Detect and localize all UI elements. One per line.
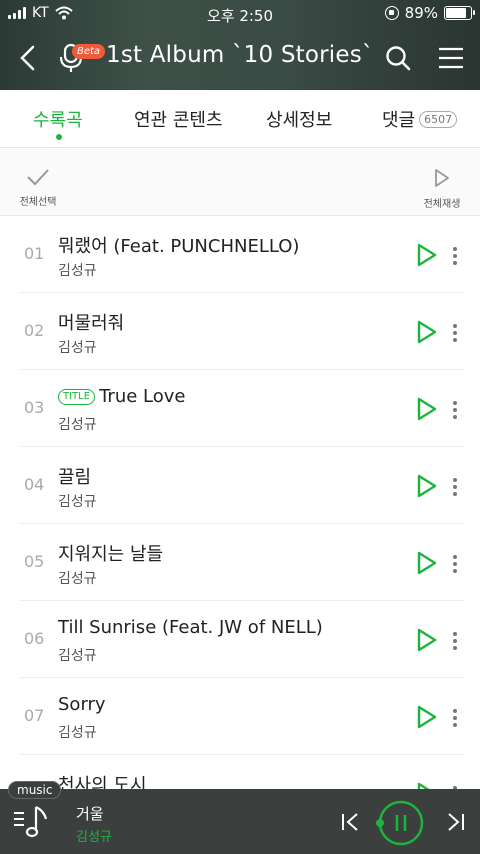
playlist-icon[interactable] [14,803,50,839]
track-artist: 김성규 [58,648,97,664]
track-number: 03 [24,398,45,417]
more-options-icon[interactable] [452,477,458,497]
track-row[interactable]: 01 뭐랬어 (Feat. PUNCHNELLO) 김성규 [20,216,464,293]
tab-tracks[interactable]: 수록곡 [33,106,83,132]
beta-badge: Beta [72,44,106,59]
track-title-text: Sorry [58,694,106,715]
next-track-icon[interactable] [444,811,466,833]
play-all-label: 전체재생 [423,199,461,210]
tab-comments[interactable]: 댓글 6507 [382,106,458,132]
page-title: 1st Album `10 Stories` [106,42,374,68]
play-all-button[interactable]: 전체재생 [418,168,466,210]
track-artist: 김성규 [58,340,97,356]
now-playing-artist: 김성규 [76,830,112,845]
track-title: Till Sunrise (Feat. JW of NELL) [58,617,323,638]
track-row[interactable]: 07 Sorry 김성규 [20,678,464,755]
active-tab-indicator [56,134,62,140]
nav-bar: Beta 1st Album `10 Stories` [0,38,480,78]
rotation-lock-icon [384,6,399,20]
track-title: 지워지는 날들 [58,540,163,566]
track-title: TITLE True Love [58,386,185,407]
now-playing-title: 거울 [76,805,104,823]
tab-comments-label: 댓글 [382,110,416,131]
track-artist: 김성규 [58,494,97,510]
tab-bar: 수록곡 연관 콘텐츠 상세정보 댓글 6507 [0,90,480,148]
battery-icon [444,6,475,20]
select-all-button[interactable]: 전체선택 [14,168,62,208]
music-tag: music [8,781,62,799]
track-row[interactable]: 05 지워지는 날들김성규 [20,524,464,601]
mini-player[interactable]: music 거울 김성규 [0,781,480,854]
more-options-icon[interactable] [452,708,458,728]
play-icon[interactable] [416,242,438,268]
checkmark-icon [27,169,49,186]
play-icon [435,169,449,187]
tab-related-content[interactable]: 연관 콘텐츠 [134,106,223,132]
back-icon[interactable] [16,44,40,72]
more-options-icon[interactable] [452,631,458,651]
track-number: 01 [24,244,45,263]
track-title: 뭐랬어 (Feat. PUNCHNELLO) [58,232,299,258]
track-title: 끌림 [58,463,91,489]
track-title: Sorry [58,694,106,715]
track-number: 06 [24,629,45,648]
track-number: 05 [24,552,45,571]
pause-button[interactable] [376,798,426,848]
title-track-badge: TITLE [58,389,96,405]
more-options-icon[interactable] [452,246,458,266]
more-options-icon[interactable] [452,554,458,574]
list-actions: 전체선택 전체재생 [0,148,480,216]
track-artist: 김성규 [58,571,97,587]
track-row[interactable]: 06 Till Sunrise (Feat. JW of NELL) 김성규 [20,601,464,678]
play-icon[interactable] [416,319,438,345]
more-options-icon[interactable] [452,323,458,343]
track-artist: 김성규 [58,725,97,741]
status-right: 89% [384,4,475,22]
comment-count-badge: 6507 [419,111,458,128]
tab-details[interactable]: 상세정보 [266,106,332,132]
status-bar: KT 오후 2:50 89% [0,0,480,28]
track-row[interactable]: 03 TITLE True Love 김성규 [20,370,464,447]
track-title-text: 지워지는 날들 [58,544,164,565]
track-row[interactable]: 04 끌림김성규 [20,447,464,524]
track-list: 01 뭐랬어 (Feat. PUNCHNELLO) 김성규 02 머물러줘 김성규 03 TI… [0,216,480,832]
play-icon[interactable] [416,396,438,422]
track-title-text: Till Sunrise (Feat. JW of NELL) [58,617,323,638]
track-title-text: 뭐랬어 (Feat. PUNCHNELLO) [58,236,300,257]
track-title: 머물러줘 [58,309,124,335]
play-icon[interactable] [416,704,438,730]
select-all-label: 전체선택 [19,197,57,208]
battery-percent: 89% [404,4,438,22]
album-header: KT 오후 2:50 89% Beta 1st Album `10 Storie… [0,0,480,90]
track-artist: 김성규 [58,263,97,279]
track-title-text: True Love [99,386,186,407]
track-title-text: 끌림 [58,467,92,488]
track-number: 07 [24,706,45,725]
menu-icon[interactable] [438,46,464,70]
search-icon[interactable] [384,44,412,72]
play-icon[interactable] [416,550,438,576]
track-number: 04 [24,475,45,494]
track-row[interactable]: 02 머물러줘김성규 [20,293,464,370]
play-icon[interactable] [416,627,438,653]
track-number: 02 [24,321,45,340]
play-icon[interactable] [416,473,438,499]
track-title-text: 머물러줘 [58,313,125,334]
previous-track-icon[interactable] [340,811,362,833]
more-options-icon[interactable] [452,400,458,420]
track-artist: 김성규 [58,417,97,433]
